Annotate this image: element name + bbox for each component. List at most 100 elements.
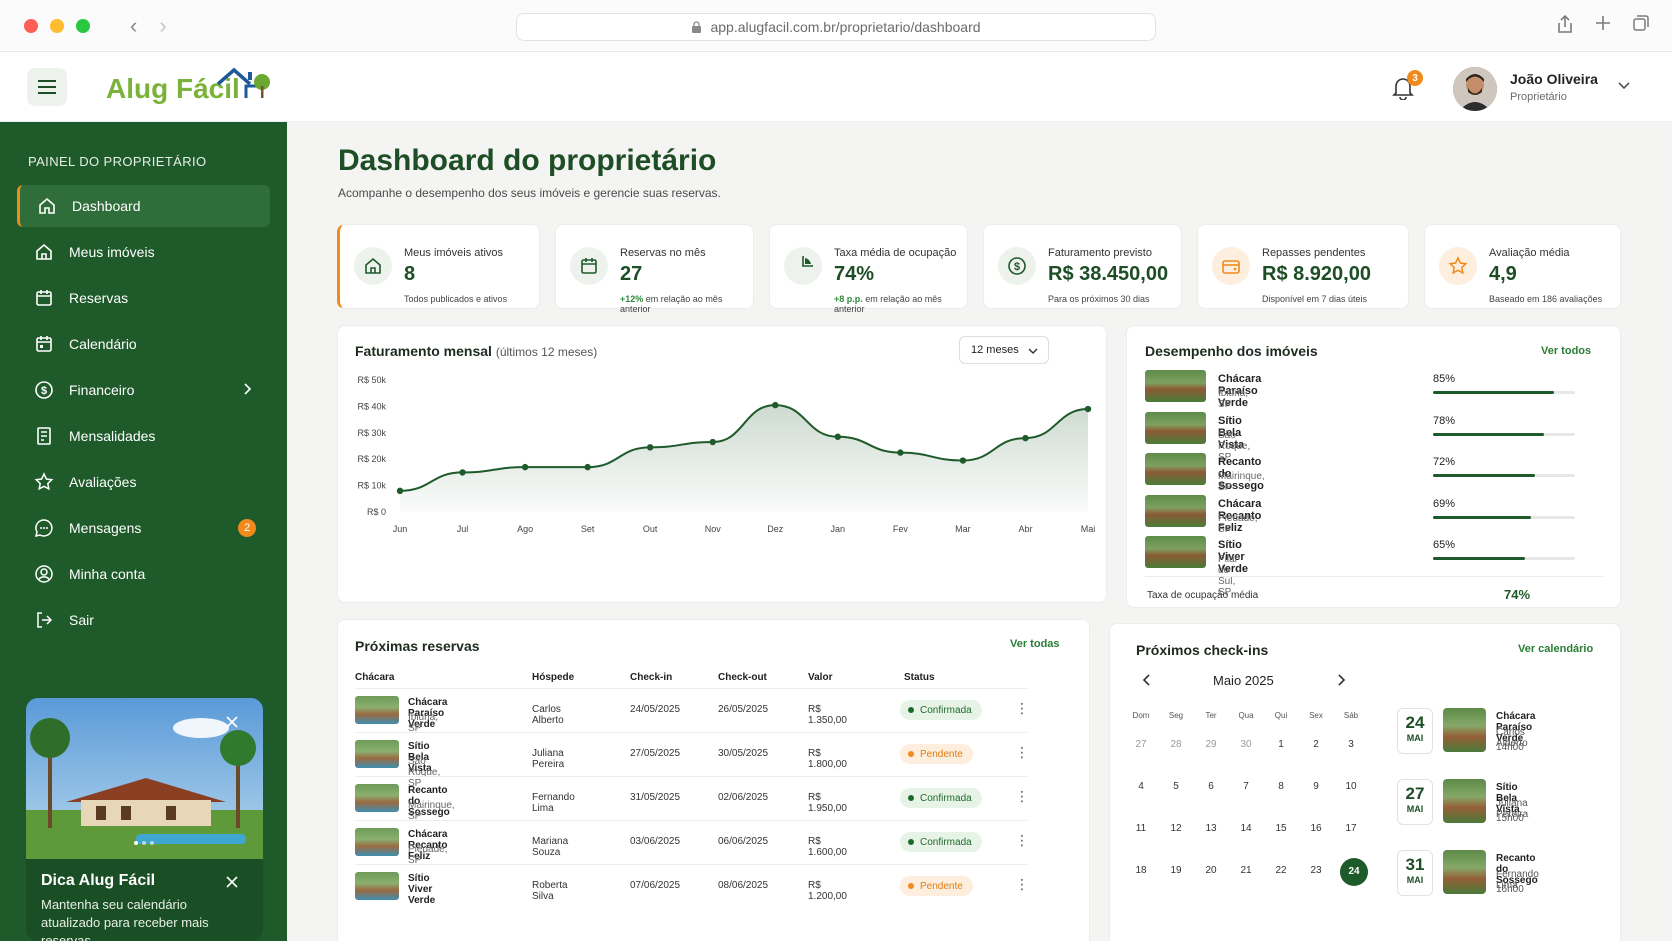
stat-label: Avaliação média [1489, 247, 1570, 259]
new-tab-icon[interactable] [1594, 14, 1612, 32]
calendar-day[interactable]: 21 [1229, 865, 1263, 876]
user-avatar[interactable] [1453, 67, 1497, 111]
brand-logo[interactable]: Alug Fácil [106, 60, 276, 110]
calendar-day[interactable]: 8 [1264, 781, 1298, 792]
back-icon[interactable]: ‹ [130, 13, 137, 39]
tabs-overview-icon[interactable] [1632, 14, 1650, 32]
app-header: Alug Fácil 3 João Oliveira Proprietário [0, 52, 1672, 122]
calendar-day[interactable]: 3 [1334, 739, 1368, 750]
checkins-title: Próximos check-ins [1136, 642, 1269, 658]
url-text: app.alugfacil.com.br/proprietario/dashbo… [710, 19, 981, 35]
more-options-icon[interactable]: ⋮ [1015, 832, 1029, 849]
calendar-day[interactable]: 27 [1124, 739, 1158, 750]
close-icon[interactable] [226, 876, 238, 888]
stat-card-reservas[interactable]: Reservas no mês 27 +12% em relação ao mê… [555, 224, 754, 314]
chevron-right-icon[interactable] [1338, 674, 1346, 686]
checkin-date: 27/05/2025 [630, 748, 681, 759]
menu-toggle-button[interactable] [27, 68, 67, 106]
calendar-day[interactable]: 28 [1159, 739, 1193, 750]
address-bar[interactable]: app.alugfacil.com.br/proprietario/dashbo… [516, 13, 1156, 41]
sidebar-item-label: Minha conta [69, 566, 146, 582]
data-point-abr [1022, 434, 1029, 442]
calendar-day[interactable]: 23 [1299, 865, 1333, 876]
x-tick-label: Out [643, 524, 658, 534]
checkin-date: 07/06/2025 [630, 880, 681, 891]
maximize-window-button[interactable] [76, 18, 90, 33]
col-checkout: Check-out [718, 672, 767, 683]
stat-card-faturamento[interactable]: $ Faturamento previsto R$ 38.450,00 Para… [983, 224, 1182, 309]
y-tick-label: R$ 10k [357, 481, 386, 491]
calendar-day[interactable]: 12 [1159, 823, 1193, 834]
calendar-day[interactable]: 6 [1194, 781, 1228, 792]
occupancy-bar [1433, 474, 1575, 477]
sidebar-item-sair[interactable]: Sair [17, 599, 270, 641]
minimize-window-button[interactable] [50, 18, 64, 33]
sidebar-item-dashboard[interactable]: Dashboard [17, 185, 270, 227]
property-location: Ibiúna, SP [1218, 388, 1249, 410]
revenue-chart[interactable]: R$ 0 R$ 10k R$ 20k R$ 30k R$ 40k R$ 50k Jun Jul… [338, 366, 1108, 546]
stat-value: 74% [834, 263, 875, 285]
calendar-day-selected[interactable]: 24 [1340, 858, 1368, 886]
house-icon [33, 241, 55, 263]
sidebar-item-mensagens[interactable]: Mensagens 2 [17, 507, 270, 549]
calendar-day[interactable]: 13 [1194, 823, 1228, 834]
ver-calendario-link[interactable]: Ver calendário [1518, 643, 1593, 655]
calendar-day[interactable]: 7 [1229, 781, 1263, 792]
stat-card-repasses[interactable]: Repasses pendentes R$ 8.920,00 Disponíve… [1197, 224, 1409, 309]
sidebar-item-minha-conta[interactable]: Minha conta [17, 553, 270, 595]
calendar-day[interactable]: 17 [1334, 823, 1368, 834]
ver-todas-link[interactable]: Ver todas [1010, 638, 1060, 650]
range-select[interactable]: 12 meses [959, 336, 1049, 364]
occupancy-bar-fill [1433, 515, 1531, 519]
property-thumbnail [355, 740, 399, 768]
calendar-day[interactable]: 14 [1229, 823, 1263, 834]
close-icon[interactable] [226, 716, 238, 728]
forward-icon[interactable]: › [159, 13, 166, 39]
more-options-icon[interactable]: ⋮ [1015, 788, 1029, 805]
sidebar-item-reservas[interactable]: Reservas [17, 277, 270, 319]
calendar-day[interactable]: 29 [1194, 739, 1228, 750]
notifications-badge: 3 [1407, 70, 1423, 86]
calendar-day[interactable]: 5 [1159, 781, 1193, 792]
calendar-day[interactable]: 19 [1159, 865, 1193, 876]
calendar-day[interactable]: 30 [1229, 739, 1263, 750]
occupancy-percent: 69% [1433, 497, 1456, 510]
property-thumbnail [1145, 453, 1206, 485]
close-window-button[interactable] [24, 18, 38, 33]
calendar-day[interactable]: 11 [1124, 823, 1158, 834]
ver-todos-link[interactable]: Ver todos [1541, 345, 1591, 357]
sidebar-item-financeiro[interactable]: $ Financeiro [17, 369, 270, 411]
stat-card-ocupacao[interactable]: Taxa média de ocupação 74% +8 p.p. em re… [769, 224, 968, 314]
more-options-icon[interactable]: ⋮ [1015, 876, 1029, 893]
sidebar-item-meus-imoveis[interactable]: Meus imóveis [17, 231, 270, 273]
stat-note: Todos publicados e ativos [404, 294, 508, 304]
share-icon[interactable] [1556, 14, 1574, 34]
calendar-day[interactable]: 20 [1194, 865, 1228, 876]
more-options-icon[interactable]: ⋮ [1015, 744, 1029, 761]
sidebar-item-calendario[interactable]: Calendário [17, 323, 270, 365]
calendar-day[interactable]: 9 [1299, 781, 1333, 792]
calendar-day[interactable]: 22 [1264, 865, 1298, 876]
checkin-date-badge: 31 MAI [1397, 850, 1433, 896]
calendar-day[interactable]: 18 [1124, 865, 1158, 876]
sidebar-item-avaliacoes[interactable]: Avaliações [17, 461, 270, 503]
calendar-day[interactable]: 10 [1334, 781, 1368, 792]
stat-card-imoveis[interactable]: Meus imóveis ativos 8 Todos publicados e… [337, 224, 540, 309]
user-name[interactable]: João Oliveira [1510, 71, 1598, 87]
guest-name: Carlos Alberto [532, 704, 564, 726]
calendar-day[interactable]: 15 [1264, 823, 1298, 834]
calendar-day[interactable]: 16 [1299, 823, 1333, 834]
stat-card-avaliacao[interactable]: Avaliação média 4,9 Baseado em 186 avali… [1424, 224, 1621, 309]
sidebar-item-mensalidades[interactable]: Mensalidades [17, 415, 270, 457]
status-text: Confirmada [920, 704, 972, 716]
chevron-down-icon[interactable] [1618, 82, 1630, 90]
calendar-day[interactable]: 1 [1264, 739, 1298, 750]
chevron-left-icon[interactable] [1142, 674, 1150, 686]
col-checkin: Check-in [630, 672, 673, 683]
calendar-day[interactable]: 4 [1124, 781, 1158, 792]
tip-title: Dica Alug Fácil [41, 872, 156, 889]
calendar-day[interactable]: 2 [1299, 739, 1333, 750]
col-chacara: Chácara [355, 672, 395, 683]
more-options-icon[interactable]: ⋮ [1015, 700, 1029, 717]
stat-value: 4,9 [1489, 263, 1517, 285]
